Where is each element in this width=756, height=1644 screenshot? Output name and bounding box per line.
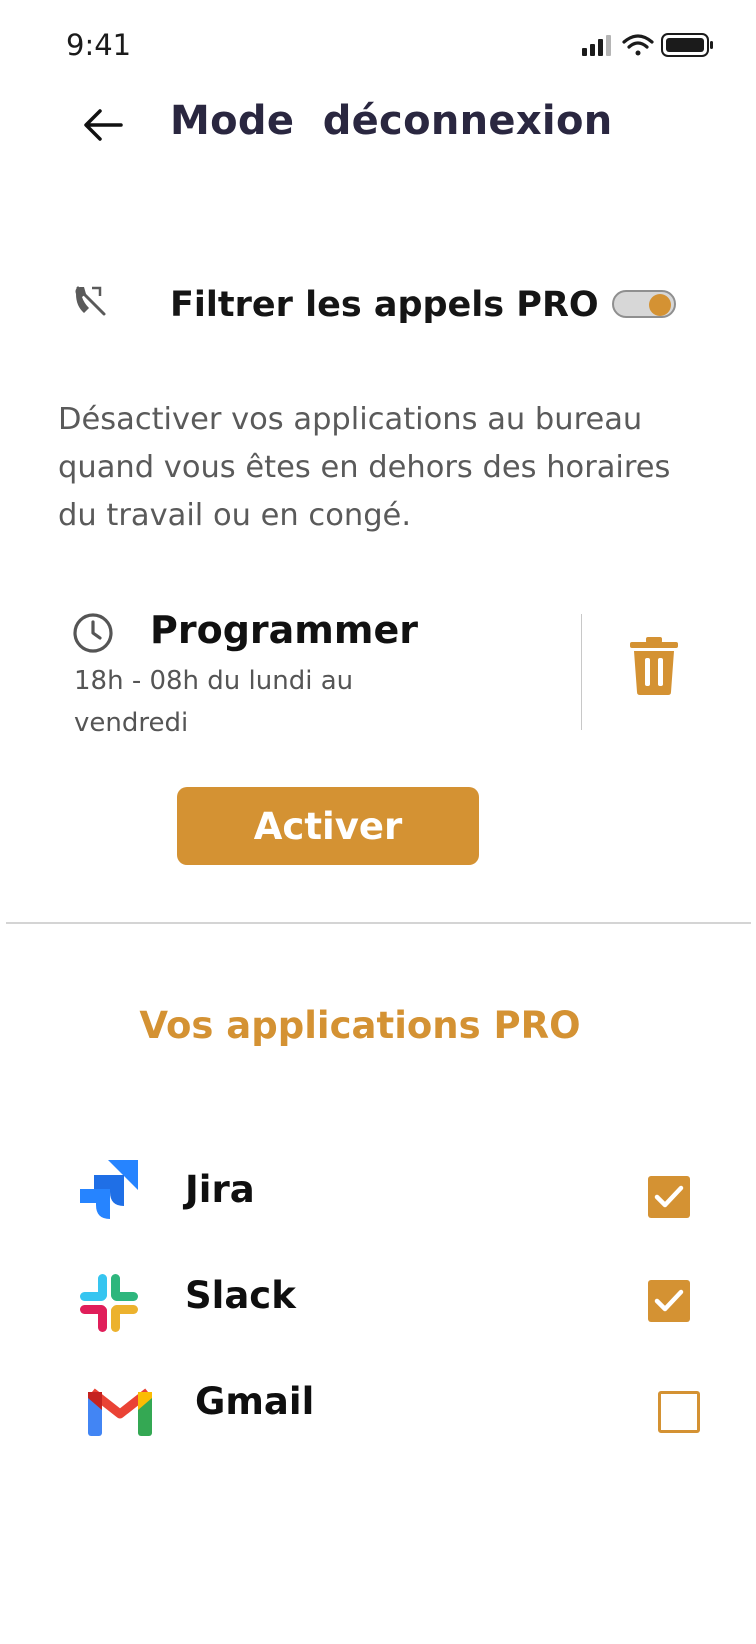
slack-checkbox[interactable] xyxy=(648,1280,690,1322)
filter-calls-toggle[interactable] xyxy=(612,290,676,318)
signal-icon xyxy=(582,35,611,56)
delete-schedule-button[interactable] xyxy=(626,636,682,696)
activate-button[interactable]: Activer xyxy=(177,787,479,865)
wifi-icon xyxy=(622,34,654,56)
clock-icon xyxy=(72,612,114,654)
vertical-divider xyxy=(581,614,582,730)
app-name: Jira xyxy=(185,1168,255,1211)
checkmark-icon xyxy=(654,1289,684,1312)
jira-logo-icon xyxy=(78,1158,140,1220)
app-name: Slack xyxy=(185,1274,296,1317)
schedule-title[interactable]: Programmer xyxy=(150,608,418,652)
status-icons xyxy=(582,32,722,60)
jira-checkbox[interactable] xyxy=(648,1176,690,1218)
page-title: Mode déconnexion xyxy=(170,98,613,144)
back-button[interactable] xyxy=(78,100,128,150)
section-divider xyxy=(6,922,751,924)
app-name: Gmail xyxy=(195,1380,315,1423)
phone-off-icon xyxy=(70,282,110,322)
status-time: 9:41 xyxy=(66,28,132,62)
filter-calls-label: Filtrer les appels PRO xyxy=(170,285,599,325)
checkmark-icon xyxy=(654,1185,684,1208)
description-text: Désactiver vos applications au bureau qu… xyxy=(58,402,671,533)
slack-logo-icon xyxy=(78,1272,140,1334)
gmail-checkbox[interactable] xyxy=(658,1391,700,1433)
battery-icon xyxy=(661,33,713,57)
apps-section-title: Vos applications PRO xyxy=(139,1004,581,1047)
trash-icon xyxy=(630,637,678,695)
schedule-time: 18h - 08h du lundi au vendredi xyxy=(74,666,354,738)
arrow-left-icon xyxy=(84,109,123,141)
gmail-logo-icon xyxy=(88,1384,152,1436)
toggle-knob xyxy=(649,294,671,316)
